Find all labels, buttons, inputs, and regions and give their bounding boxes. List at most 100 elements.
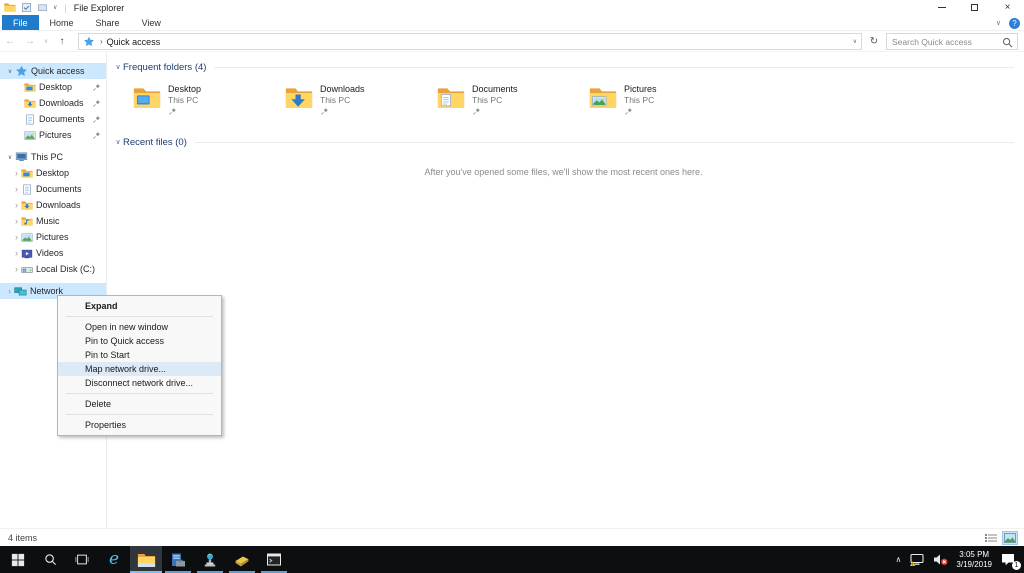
view-switcher [983, 531, 1018, 545]
sidebar-item-quick-access[interactable]: ∨ Quick access [0, 63, 106, 79]
menu-item-map-network-drive[interactable]: Map network drive... [58, 362, 221, 376]
chevron-right-icon[interactable]: › [12, 217, 21, 226]
system-tray: ∧ 3:05 PM 3/19/2019 1 [896, 550, 1024, 569]
sidebar-item-pc-desktop[interactable]: › Desktop [0, 165, 106, 181]
thumbnail-view-button[interactable] [1002, 531, 1018, 545]
chevron-down-icon[interactable]: ∨ [5, 68, 15, 75]
back-button[interactable]: ← [0, 36, 20, 47]
search-icon[interactable] [1002, 37, 1013, 48]
taskbar-internet-explorer-button[interactable]: e [98, 546, 130, 573]
volume-muted-icon[interactable] [933, 553, 948, 566]
help-button[interactable]: ? [1009, 18, 1020, 29]
file-explorer-window: ∨ | File Explorer × File Home Share View… [0, 0, 1024, 546]
sidebar-item-desktop[interactable]: Desktop [0, 79, 106, 95]
tray-overflow-chevron-icon[interactable]: ∧ [896, 555, 902, 564]
qat-customize-chevron-icon[interactable]: ∨ [53, 4, 57, 11]
recent-locations-chevron-icon[interactable]: ∨ [40, 38, 52, 45]
ribbon-right-controls: ∨ ? [996, 15, 1020, 31]
tile-location: This PC [168, 95, 201, 105]
sidebar-item-pc-documents[interactable]: › Documents [0, 181, 106, 197]
sidebar-item-pc-videos[interactable]: › Videos [0, 245, 106, 261]
console-window-icon [266, 552, 282, 567]
tab-share[interactable]: Share [85, 15, 131, 30]
folder-tile-documents[interactable]: Documents This PC [437, 83, 589, 119]
sidebar-item-pc-downloads[interactable]: › Downloads [0, 197, 106, 213]
task-view-icon [75, 553, 89, 566]
minimize-button[interactable] [925, 0, 958, 15]
chevron-right-icon[interactable]: › [12, 201, 21, 210]
sidebar-item-local-disk-c[interactable]: › Local Disk (C:) [0, 261, 106, 277]
folder-tile-downloads[interactable]: Downloads This PC [285, 83, 437, 119]
action-center-button[interactable]: 1 [1000, 552, 1018, 568]
tab-view[interactable]: View [131, 15, 172, 30]
tile-meta: Downloads This PC [320, 83, 365, 119]
new-folder-qat-icon[interactable] [37, 2, 48, 13]
chevron-right-icon[interactable]: › [12, 233, 21, 242]
taskbar-server-manager-button[interactable] [162, 546, 194, 573]
sidebar-item-this-pc[interactable]: ∨ This PC [0, 149, 106, 165]
expand-ribbon-chevron-icon[interactable]: ∨ [996, 19, 1001, 27]
sidebar-item-label: Quick access [31, 66, 85, 76]
maximize-button[interactable] [958, 0, 991, 15]
properties-qat-icon[interactable] [21, 2, 32, 13]
sidebar-item-pc-music[interactable]: › Music [0, 213, 106, 229]
menu-item-disconnect-network-drive[interactable]: Disconnect network drive... [58, 376, 221, 390]
folder-tile-pictures[interactable]: Pictures This PC [589, 83, 741, 119]
breadcrumb-chevron-icon[interactable]: › [100, 37, 103, 46]
address-dropdown-chevron-icon[interactable]: ∨ [853, 38, 857, 45]
sidebar-item-label: Desktop [36, 168, 69, 178]
menu-item-delete[interactable]: Delete [58, 397, 221, 411]
menu-item-expand[interactable]: Expand [58, 299, 221, 313]
chevron-down-icon[interactable]: ∨ [113, 63, 123, 71]
chevron-right-icon[interactable]: › [5, 287, 14, 296]
chevron-right-icon[interactable]: › [12, 249, 21, 258]
chevron-right-icon[interactable]: › [12, 169, 21, 178]
menu-item-open-in-new-window[interactable]: Open in new window [58, 320, 221, 334]
documents-icon [21, 184, 33, 195]
address-box[interactable]: › Quick access ∨ [78, 33, 862, 50]
folder-tile-desktop[interactable]: Desktop This PC [133, 83, 285, 119]
documents-folder-icon [437, 85, 465, 110]
chevron-down-icon[interactable]: ∨ [5, 154, 15, 161]
frequent-folders-header[interactable]: ∨ Frequent folders (4) [113, 61, 1014, 73]
refresh-button[interactable]: ↻ [866, 33, 882, 50]
chevron-right-icon[interactable]: › [12, 265, 21, 274]
recent-files-header[interactable]: ∨ Recent files (0) [113, 136, 1014, 148]
directory-users-icon [202, 552, 218, 568]
pictures-icon [21, 232, 33, 243]
menu-item-properties[interactable]: Properties [58, 418, 221, 432]
taskbar-ad-users-button[interactable] [194, 546, 226, 573]
clock-time: 3:05 PM [956, 550, 992, 560]
taskbar-search-button[interactable] [34, 546, 66, 573]
file-explorer-app-icon [4, 2, 16, 13]
sidebar-item-label: Music [36, 216, 60, 226]
start-button[interactable] [2, 546, 34, 573]
sidebar-item-documents[interactable]: Documents [0, 111, 106, 127]
taskbar-admin-tool-button[interactable] [226, 546, 258, 573]
tab-file[interactable]: File [2, 15, 39, 30]
taskbar-console-button[interactable] [258, 546, 290, 573]
search-input[interactable] [887, 34, 1017, 49]
downloads-folder-icon [21, 200, 33, 211]
task-view-button[interactable] [66, 546, 98, 573]
sidebar-item-downloads[interactable]: Downloads [0, 95, 106, 111]
taskbar-file-explorer-button[interactable] [130, 546, 162, 573]
sidebar-item-pc-pictures[interactable]: › Pictures [0, 229, 106, 245]
taskbar-clock[interactable]: 3:05 PM 3/19/2019 [956, 550, 992, 569]
breadcrumb[interactable]: Quick access [107, 37, 161, 47]
forward-button[interactable]: → [20, 36, 40, 47]
title-bar: ∨ | File Explorer × [0, 0, 1024, 15]
tab-home[interactable]: Home [39, 15, 85, 30]
menu-item-pin-to-quick-access[interactable]: Pin to Quick access [58, 334, 221, 348]
tile-name: Pictures [624, 84, 657, 94]
details-view-button[interactable] [983, 531, 999, 545]
sidebar-item-pictures[interactable]: Pictures [0, 127, 106, 143]
up-button[interactable]: ↑ [52, 36, 72, 47]
chevron-right-icon[interactable]: › [12, 185, 21, 194]
close-button[interactable]: × [991, 0, 1024, 15]
chevron-down-icon[interactable]: ∨ [113, 138, 123, 146]
network-status-icon[interactable] [909, 553, 925, 567]
menu-item-pin-to-start[interactable]: Pin to Start [58, 348, 221, 362]
content-pane: ∨ Frequent folders (4) Desktop This PC [108, 52, 1024, 528]
tile-location: This PC [320, 95, 365, 105]
